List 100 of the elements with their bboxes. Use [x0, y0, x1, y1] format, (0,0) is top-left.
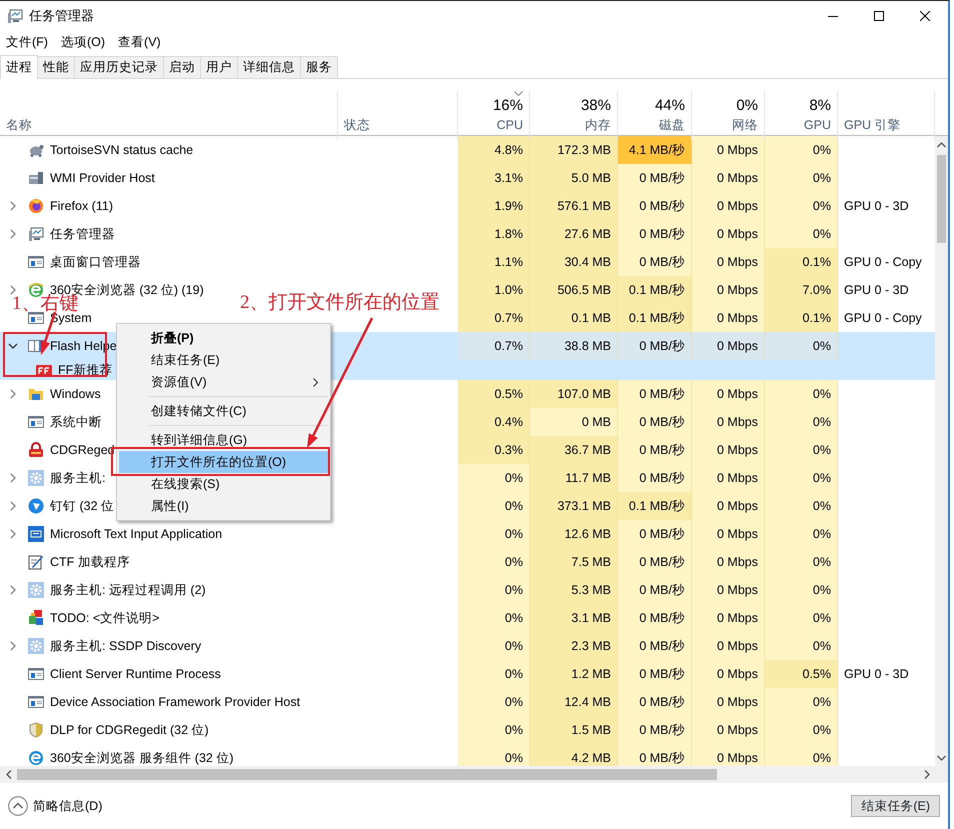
table-cell: 0 Mbps: [692, 520, 765, 548]
tab[interactable]: 详细信息: [237, 56, 301, 78]
expand-chevron-icon[interactable]: [8, 641, 18, 651]
table-cell: 0.1 MB: [530, 304, 618, 332]
expand-chevron-icon[interactable]: [8, 585, 18, 595]
menu-item[interactable]: 折叠(P): [119, 327, 328, 349]
expand-chevron-icon[interactable]: [8, 501, 18, 511]
table-cell: 0 Mbps: [692, 688, 765, 716]
process-name[interactable]: 服务主机:: [50, 468, 106, 488]
badge-icon: [36, 362, 52, 378]
menu-item[interactable]: 结束任务(E): [119, 349, 328, 371]
table-cell: 0 Mbps: [692, 220, 765, 248]
table-cell: 0 Mbps: [692, 136, 765, 164]
table-cell: 0%: [458, 688, 530, 716]
scrollbar-thumb[interactable]: [17, 768, 717, 780]
table-cell: 0 MB/秒: [618, 548, 692, 576]
process-name[interactable]: DLP for CDGRegedit (32 位): [50, 720, 209, 740]
window-icon: [28, 414, 44, 430]
menu-item[interactable]: 文件(F): [6, 32, 48, 52]
tab[interactable]: 用户: [200, 56, 238, 78]
expand-chevron-icon[interactable]: [8, 529, 18, 539]
expand-chevron-icon[interactable]: [8, 473, 18, 483]
menu-item[interactable]: 查看(V): [118, 32, 161, 52]
table-cell: 12.4 MB: [530, 688, 618, 716]
menu-item[interactable]: 选项(O): [60, 32, 106, 52]
process-name[interactable]: TortoiseSVN status cache: [50, 140, 194, 160]
table-cell: 0 MB/秒: [618, 716, 692, 744]
table-cell: 0%: [765, 136, 838, 164]
table-cell: 7.5 MB: [530, 548, 618, 576]
menu-item[interactable]: 属性(I): [119, 495, 328, 517]
process-name[interactable]: Windows: [50, 384, 101, 404]
process-name[interactable]: Firefox (11): [50, 196, 113, 216]
column-header[interactable]: 磁盘: [659, 116, 685, 134]
pen-icon: [28, 554, 44, 570]
table-cell: 0 Mbps: [692, 632, 765, 660]
collapse-chevron-icon[interactable]: [8, 341, 18, 351]
process-name[interactable]: 任务管理器: [50, 224, 115, 244]
tab[interactable]: 应用历史记录: [74, 56, 164, 78]
column-header[interactable]: 状态: [344, 116, 451, 134]
tab[interactable]: 启动: [163, 56, 201, 78]
table-cell: 2.3 MB: [530, 632, 618, 660]
chevron-left-icon: [6, 770, 12, 778]
table-cell: 0 MB/秒: [618, 380, 692, 408]
expand-chevron-icon[interactable]: [8, 229, 18, 239]
process-name[interactable]: Microsoft Text Input Application: [50, 524, 222, 544]
browser-icon: [28, 750, 44, 766]
table-cell: 0 MB: [530, 408, 618, 436]
process-name[interactable]: 系统中断: [50, 412, 102, 432]
process-name[interactable]: 360安全浏览器 服务组件 (32 位): [50, 748, 234, 766]
table-cell: 0%: [458, 744, 530, 766]
expand-chevron-icon[interactable]: [8, 285, 18, 295]
tab[interactable]: 进程: [0, 55, 38, 79]
table-cell: 0 MB/秒: [618, 436, 692, 464]
table-cell: 0%: [765, 520, 838, 548]
details-link[interactable]: 简略信息(D): [33, 796, 102, 816]
sort-icon[interactable]: [514, 91, 523, 96]
expand-chevron-icon[interactable]: [8, 389, 18, 399]
column-header[interactable]: GPU: [804, 116, 831, 134]
expand-chevron-icon[interactable]: [8, 201, 18, 211]
tab[interactable]: 性能: [37, 56, 75, 78]
process-name[interactable]: 服务主机: 远程过程调用 (2): [50, 580, 206, 600]
menu-item[interactable]: 打开文件所在的位置(O): [119, 451, 328, 473]
scrollbar-thumb[interactable]: [937, 155, 946, 243]
process-name[interactable]: Device Association Framework Provider Host: [50, 692, 300, 712]
column-header[interactable]: GPU 引擎: [844, 116, 928, 134]
table-cell: 0 Mbps: [692, 304, 765, 332]
process-name[interactable]: Client Server Runtime Process: [50, 664, 221, 684]
menu-item[interactable]: 在线搜索(S): [119, 473, 328, 495]
table-cell: 0%: [458, 716, 530, 744]
column-header[interactable]: 内存: [585, 116, 611, 134]
collapse-icon[interactable]: [8, 796, 28, 816]
table-cell: 0.5%: [458, 380, 530, 408]
process-name[interactable]: WMI Provider Host: [50, 168, 155, 188]
table-cell: 30.4 MB: [530, 248, 618, 276]
process-name[interactable]: TODO: <文件说明>: [50, 608, 160, 628]
table-cell: 4.1 MB/秒: [618, 136, 692, 164]
menu-item[interactable]: 转到详细信息(G): [119, 429, 328, 451]
process-name[interactable]: 钉钉 (32 位: [50, 496, 114, 516]
process-name[interactable]: 服务主机: SSDP Discovery: [50, 636, 202, 656]
process-name[interactable]: 桌面窗口管理器: [50, 252, 141, 272]
table-cell: 0%: [765, 688, 838, 716]
menu-item[interactable]: 创建转储文件(C): [119, 400, 328, 422]
chevron-right-icon: [924, 770, 930, 778]
table-cell: 0 Mbps: [692, 436, 765, 464]
window-icon: [28, 254, 44, 270]
table-cell: 0 MB/秒: [618, 220, 692, 248]
column-header[interactable]: 网络: [732, 116, 758, 134]
table-cell: 0%: [765, 744, 838, 766]
column-header[interactable]: 名称: [6, 116, 331, 134]
table-cell: 107.0 MB: [530, 380, 618, 408]
menu-item[interactable]: 资源值(V): [119, 371, 328, 393]
tab[interactable]: 服务: [300, 56, 338, 78]
end-task-button[interactable]: 结束任务(E): [851, 794, 940, 818]
window-title: 任务管理器: [29, 7, 94, 26]
table-cell: 0 Mbps: [692, 548, 765, 576]
table-cell: 0 Mbps: [692, 576, 765, 604]
table-cell: 4.2 MB: [530, 744, 618, 766]
column-header[interactable]: CPU: [496, 116, 523, 134]
table-cell: 0%: [458, 660, 530, 688]
process-name[interactable]: CTF 加载程序: [50, 552, 130, 572]
